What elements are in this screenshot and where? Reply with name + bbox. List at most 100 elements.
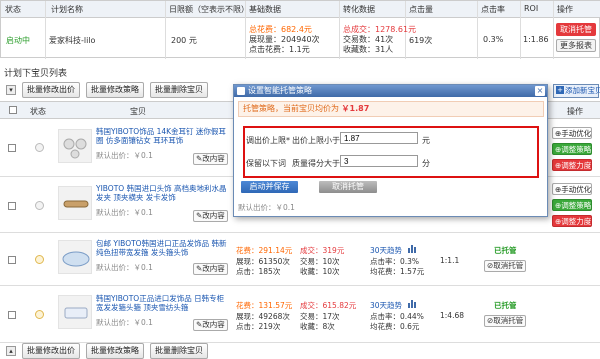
item-managed-status: 已托管 <box>494 246 517 255</box>
underlying-default-price: 默认出价：￥0.1 <box>238 203 295 212</box>
adjust-intensity-button[interactable]: ⊕调整力度 <box>552 159 592 171</box>
status-managed-icon <box>35 310 44 319</box>
item-clicks: 点击：185次 <box>236 267 281 276</box>
adjust-strategy-button[interactable]: ⊕调整策略 <box>552 143 592 155</box>
batch-modify-price-button[interactable]: 批量修改出价 <box>22 343 80 359</box>
row-checkbox[interactable] <box>8 144 16 152</box>
manual-optimize-button[interactable]: ⊕手动优化 <box>552 183 592 195</box>
dialog-title-bar[interactable]: 设置智能托管策略 <box>234 85 547 97</box>
item-avg-cost: 均花费：1.57元 <box>370 267 425 276</box>
select-all-icon[interactable]: ▾ <box>6 85 16 95</box>
plan-ctr: 0.3% <box>483 35 504 44</box>
more-reports-button[interactable]: 更多报表 <box>556 39 596 52</box>
status-paused-icon <box>35 143 44 152</box>
dialog-info-header: 托管策略，当前宝贝均价为 ￥1.87 <box>238 101 544 117</box>
plan-daily-limit: 200 元 <box>171 36 197 45</box>
item-spend: 花费：131.57元 <box>236 301 293 310</box>
adjust-intensity-button[interactable]: ⊕调整力度 <box>552 215 592 227</box>
start-and-save-button[interactable]: 启动并保存 <box>241 181 298 193</box>
header-conversion-data: 转化数据 <box>343 5 375 14</box>
adjust-strategy-button[interactable]: ⊕调整策略 <box>552 199 592 211</box>
item-thumbnail[interactable] <box>58 295 92 329</box>
batch-delete-item-button[interactable]: 批量删除宝贝 <box>150 82 208 98</box>
item-roi: 1:1.1 <box>440 256 460 265</box>
price-limit-input[interactable] <box>340 132 418 144</box>
quality-score-input[interactable] <box>340 155 418 167</box>
item-deal: 成交：319元 <box>300 246 345 255</box>
item-thumbnail[interactable] <box>58 129 92 163</box>
edit-content-button[interactable]: ✎改内容 <box>193 263 228 275</box>
keep-words-label: 保留以下词 <box>246 159 286 168</box>
batch-delete-item-button[interactable]: 批量删除宝贝 <box>150 343 208 359</box>
bar-chart-icon[interactable] <box>408 299 417 310</box>
cancel-managed-item-button[interactable]: ⊘取消托管 <box>484 315 527 327</box>
close-icon[interactable]: × <box>535 86 545 96</box>
item-list-title: 计划下宝贝列表 <box>4 69 68 79</box>
add-item-button[interactable]: + 添加新宝贝 <box>553 84 600 98</box>
header-plan-name: 计划名称 <box>51 5 83 14</box>
item-default-price: 默认出价：￥0.1 <box>96 151 153 160</box>
quality-score-label: 质量得分大于 <box>292 159 340 168</box>
item-default-price: 默认出价：￥0.1 <box>96 263 153 272</box>
header-status: 状态 <box>5 5 21 14</box>
item-title[interactable]: 包邮 YIBOTO韩国进口正品发饰品 韩新纯色扭带宽发箍 发头箍头饰 <box>96 239 231 257</box>
item-managed-status: 已托管 <box>494 301 517 310</box>
item-title[interactable]: YIBOTO 韩国进口头饰 高档奥地利水晶发夹 顶夹横夹 发卡发饰 <box>96 184 231 202</box>
header-daily-limit: 日限额（空表示不限） <box>169 5 249 14</box>
batch-modify-price-button[interactable]: 批量修改出价 <box>22 82 80 98</box>
plan-roi: 1:1.86 <box>523 35 549 44</box>
price-limit-field-label: 出价上限小于 <box>292 136 340 145</box>
strategy-dialog: 设置智能托管策略 × 托管策略，当前宝贝均价为 ￥1.87 调出价上限* 出价上… <box>233 84 548 217</box>
dialog-title: 设置智能托管策略 <box>248 86 312 95</box>
cancel-managed-button[interactable]: 取消托管 <box>556 23 596 36</box>
item-default-price: 默认出价：￥0.1 <box>96 318 153 327</box>
plan-cpc: 点击花费：1.1元 <box>249 45 310 54</box>
select-all-icon[interactable]: ▴ <box>6 346 16 356</box>
plan-favorites: 收藏数：31人 <box>343 45 394 54</box>
grid-header-action: 操作 <box>567 107 583 116</box>
row-checkbox[interactable] <box>8 311 16 319</box>
row-checkbox[interactable] <box>8 256 16 264</box>
select-all-checkbox[interactable] <box>9 106 17 114</box>
edit-content-button[interactable]: ✎改内容 <box>193 153 228 165</box>
grid-header-status: 状态 <box>30 107 46 116</box>
plus-icon: + <box>556 86 564 94</box>
item-trend-link[interactable]: 30天趋势 <box>370 300 402 311</box>
plan-clicks: 619次 <box>409 36 433 45</box>
item-clicks: 点击：219次 <box>236 322 281 331</box>
item-spend: 花费：291.14元 <box>236 246 293 255</box>
row-checkbox[interactable] <box>8 202 16 210</box>
add-item-label: 添加新宝贝 <box>565 86 600 95</box>
item-favorites: 收藏：10次 <box>300 267 340 276</box>
cancel-managed-item-button[interactable]: ⊘取消托管 <box>484 260 527 272</box>
edit-content-button[interactable]: ✎改内容 <box>193 210 228 222</box>
item-thumbnail[interactable] <box>58 186 92 220</box>
batch-modify-strategy-button[interactable]: 批量修改策略 <box>86 343 144 359</box>
header-roi: ROI <box>524 4 539 13</box>
bar-chart-icon[interactable] <box>408 244 417 255</box>
table-row: 包邮 YIBOTO韩国进口正品发饰品 韩新纯色扭带宽发箍 发头箍头饰 默认出价：… <box>0 234 600 286</box>
plan-name[interactable]: 爱家科技-lilo <box>49 35 95 46</box>
score-unit: 分 <box>422 159 430 168</box>
item-default-price: 默认出价：￥0.1 <box>96 208 153 217</box>
item-thumbnail[interactable] <box>58 240 92 274</box>
edit-content-button[interactable]: ✎改内容 <box>193 319 228 331</box>
header-clicks: 点击量 <box>409 5 433 14</box>
item-title[interactable]: 韩国YIBOTO正品进口发饰品 日韩专柜宽发发箍头箍 顶夹雪纺头箍 <box>96 294 231 312</box>
header-basic-data: 基础数据 <box>249 5 281 14</box>
price-unit: 元 <box>422 136 430 145</box>
plan-table-header: 状态 计划名称 日限额（空表示不限） 基础数据 转化数据 点击量 点击率 ROI… <box>1 1 600 18</box>
batch-modify-strategy-button[interactable]: 批量修改策略 <box>86 82 144 98</box>
item-favorites: 收藏：8次 <box>300 322 335 331</box>
dialog-cancel-button[interactable]: 取消托管 <box>319 181 377 193</box>
item-deal: 成交：615.82元 <box>300 301 357 310</box>
item-trend-link[interactable]: 30天趋势 <box>370 245 402 256</box>
plan-table: 状态 计划名称 日限额（空表示不限） 基础数据 转化数据 点击量 点击率 ROI… <box>0 0 600 59</box>
item-roi: 1:4.68 <box>440 311 464 320</box>
average-price: ￥1.87 <box>341 104 370 113</box>
status-paused-icon <box>35 201 44 210</box>
item-title[interactable]: 韩国YIBOTO饰品 14K金耳钉 迷你假耳圈 仿多面镶钻女 耳环耳饰 <box>96 127 231 145</box>
grid-header-item: 宝贝 <box>130 107 146 116</box>
table-row: 韩国YIBOTO正品进口发饰品 日韩专柜宽发发箍头箍 顶夹雪纺头箍 默认出价：￥… <box>0 287 600 343</box>
manual-optimize-button[interactable]: ⊕手动优化 <box>552 127 592 139</box>
